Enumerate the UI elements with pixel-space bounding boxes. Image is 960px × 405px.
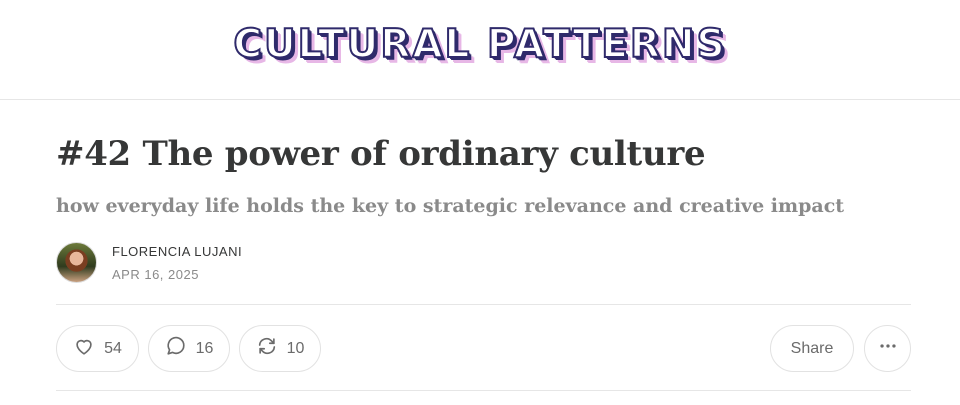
restack-arrows-icon (256, 335, 278, 362)
comment-bubble-icon (165, 335, 187, 362)
heart-icon (73, 335, 95, 362)
post-title: #42 The power of ordinary culture (56, 134, 706, 174)
author-avatar[interactable] (56, 242, 97, 283)
more-options-button[interactable] (864, 325, 911, 372)
like-count: 54 (104, 339, 122, 357)
restack-button[interactable]: 10 (239, 325, 321, 372)
masthead: CULTURAL PATTERNS (0, 0, 960, 100)
ellipsis-icon (877, 335, 899, 362)
like-button[interactable]: 54 (56, 325, 139, 372)
author-name[interactable]: FLORENCIA LUJANI (112, 244, 242, 259)
post-date: APR 16, 2025 (112, 267, 199, 282)
comment-button[interactable]: 16 (148, 325, 230, 372)
restack-count: 10 (286, 339, 305, 357)
divider-bottom (56, 390, 911, 391)
share-button[interactable]: Share (770, 325, 854, 372)
publication-logo[interactable]: CULTURAL PATTERNS (232, 21, 726, 68)
comment-count: 16 (195, 339, 214, 357)
post-subtitle: how everyday life holds the key to strat… (56, 195, 845, 217)
divider-top (56, 304, 911, 305)
